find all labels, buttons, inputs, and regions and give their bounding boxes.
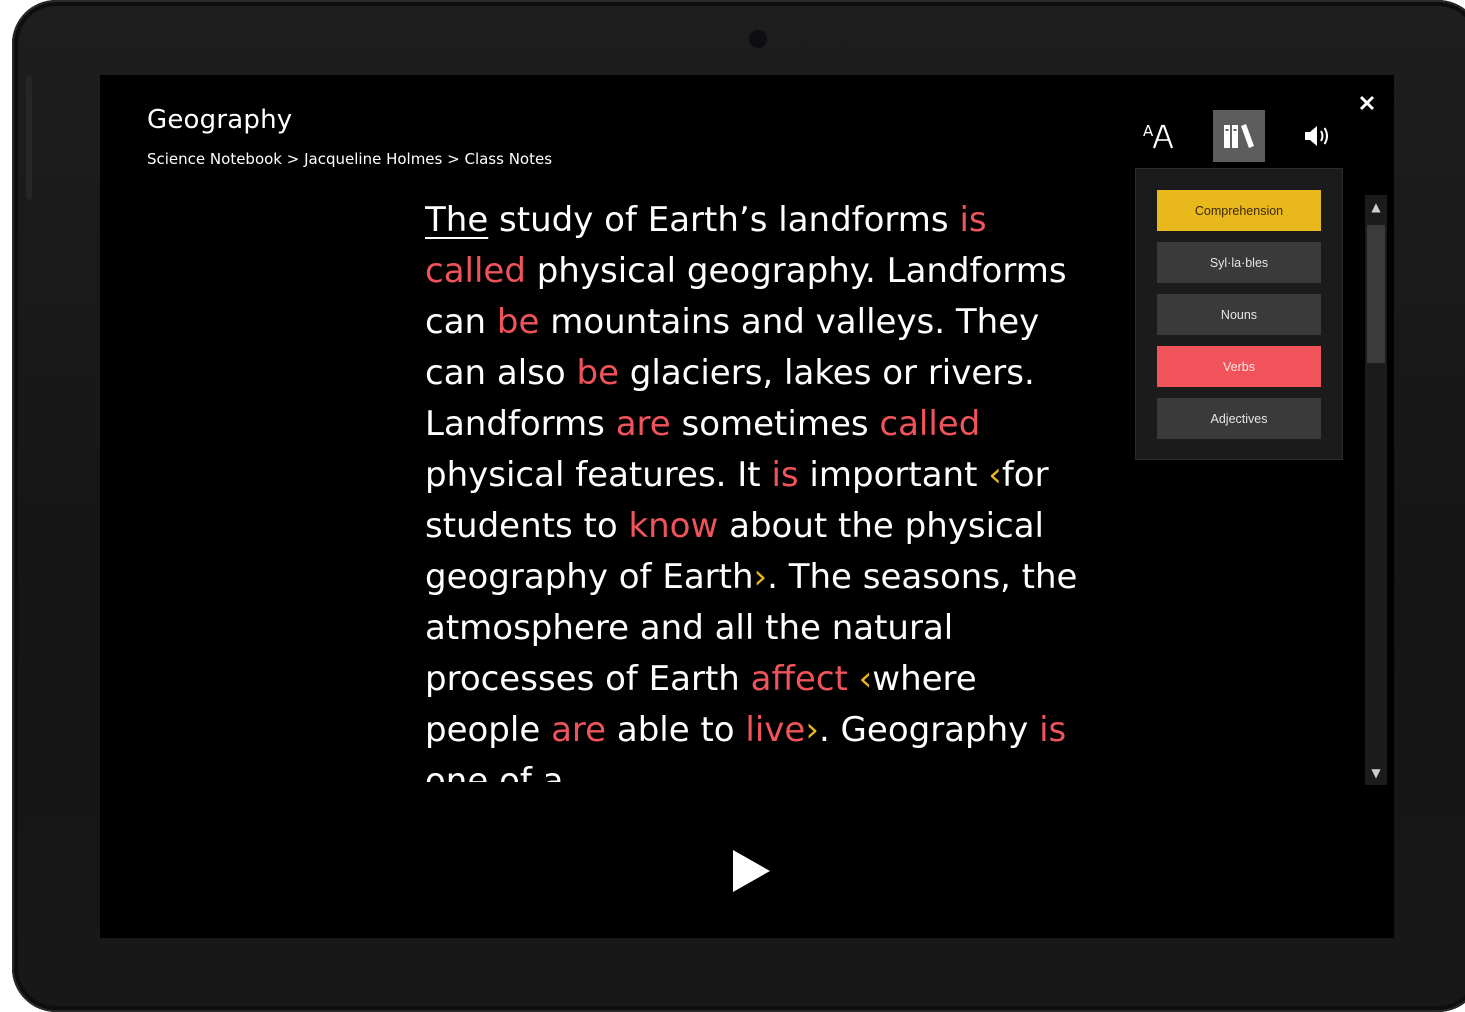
clause-marker: › bbox=[805, 710, 819, 750]
verb-highlight[interactable]: called bbox=[879, 404, 980, 444]
grammar-options-button[interactable] bbox=[1213, 110, 1265, 162]
clause-marker: › bbox=[753, 557, 768, 597]
sensor-dot bbox=[842, 39, 846, 43]
scroll-down-icon[interactable]: ▼ bbox=[1365, 763, 1387, 783]
current-word: The bbox=[425, 200, 489, 240]
play-button[interactable] bbox=[728, 847, 774, 895]
reading-text-segment: sometimes bbox=[670, 404, 880, 444]
verb-highlight[interactable]: live bbox=[745, 710, 805, 750]
verb-highlight[interactable]: are bbox=[551, 710, 606, 750]
clause-marker: ‹ bbox=[858, 659, 873, 699]
reading-text-segment: study of Earth’s landforms bbox=[488, 200, 960, 240]
voice-options-button[interactable] bbox=[1292, 110, 1344, 162]
sensor-dot bbox=[802, 37, 808, 43]
verbs-toggle[interactable]: Verbs bbox=[1157, 346, 1321, 387]
svg-text:A: A bbox=[1143, 122, 1154, 140]
breadcrumb-section: Jacqueline Holmes bbox=[304, 150, 443, 168]
verb-highlight[interactable]: know bbox=[628, 506, 718, 546]
verb-highlight[interactable]: is bbox=[771, 455, 798, 495]
vertical-scrollbar[interactable]: ▲ ▼ bbox=[1365, 195, 1387, 785]
text-size-icon: A bbox=[1143, 122, 1174, 149]
syllables-toggle[interactable]: Syl·la·bles bbox=[1157, 242, 1321, 283]
breadcrumb: Science Notebook > Jacqueline Holmes > C… bbox=[147, 150, 552, 168]
tablet-edge bbox=[26, 75, 32, 200]
scroll-thumb[interactable] bbox=[1367, 225, 1385, 363]
breadcrumb-notebook: Science Notebook bbox=[147, 150, 282, 168]
verb-highlight[interactable]: is bbox=[959, 200, 986, 240]
reading-text-segment: important bbox=[798, 455, 989, 495]
breadcrumb-separator: > bbox=[442, 150, 465, 168]
clause-marker: ‹ bbox=[988, 455, 1002, 495]
verb-highlight[interactable]: is bbox=[1039, 710, 1066, 750]
close-icon bbox=[1359, 95, 1375, 111]
speaker-icon bbox=[1305, 126, 1328, 146]
nouns-toggle[interactable]: Nouns bbox=[1157, 294, 1321, 335]
breadcrumb-separator: > bbox=[282, 150, 305, 168]
grammar-options-panel: Comprehension Syl·la·bles Nouns Verbs Ad… bbox=[1135, 168, 1343, 460]
reading-text-segment: . Geography bbox=[818, 710, 1040, 750]
verb-highlight[interactable]: be bbox=[577, 353, 620, 393]
immersive-reader: Geography Science Notebook > Jacqueline … bbox=[100, 75, 1394, 938]
close-button[interactable] bbox=[1355, 91, 1379, 115]
reading-paragraph: The study of Earth’s landforms is called… bbox=[425, 195, 1085, 782]
reading-text-area[interactable]: The study of Earth’s landforms is called… bbox=[425, 195, 1085, 782]
reading-text-segment: physical features. It bbox=[425, 455, 772, 495]
verb-highlight[interactable]: affect bbox=[751, 659, 848, 699]
adjectives-toggle[interactable]: Adjectives bbox=[1157, 398, 1321, 439]
verb-highlight[interactable]: are bbox=[616, 404, 671, 444]
text-options-button[interactable]: A bbox=[1134, 110, 1186, 162]
page-title: Geography bbox=[147, 105, 293, 135]
camera-icon bbox=[749, 30, 767, 48]
play-icon bbox=[733, 850, 770, 892]
reading-text-segment bbox=[848, 659, 859, 699]
scroll-up-icon[interactable]: ▲ bbox=[1365, 197, 1387, 217]
books-icon bbox=[1224, 124, 1254, 148]
verb-highlight[interactable]: be bbox=[497, 302, 540, 342]
breadcrumb-page: Class Notes bbox=[464, 150, 553, 168]
verb-highlight[interactable]: called bbox=[425, 251, 526, 291]
reading-text-segment: able to bbox=[606, 710, 746, 750]
comprehension-toggle[interactable]: Comprehension bbox=[1157, 190, 1321, 231]
reading-text-segment: one of a bbox=[425, 761, 564, 782]
